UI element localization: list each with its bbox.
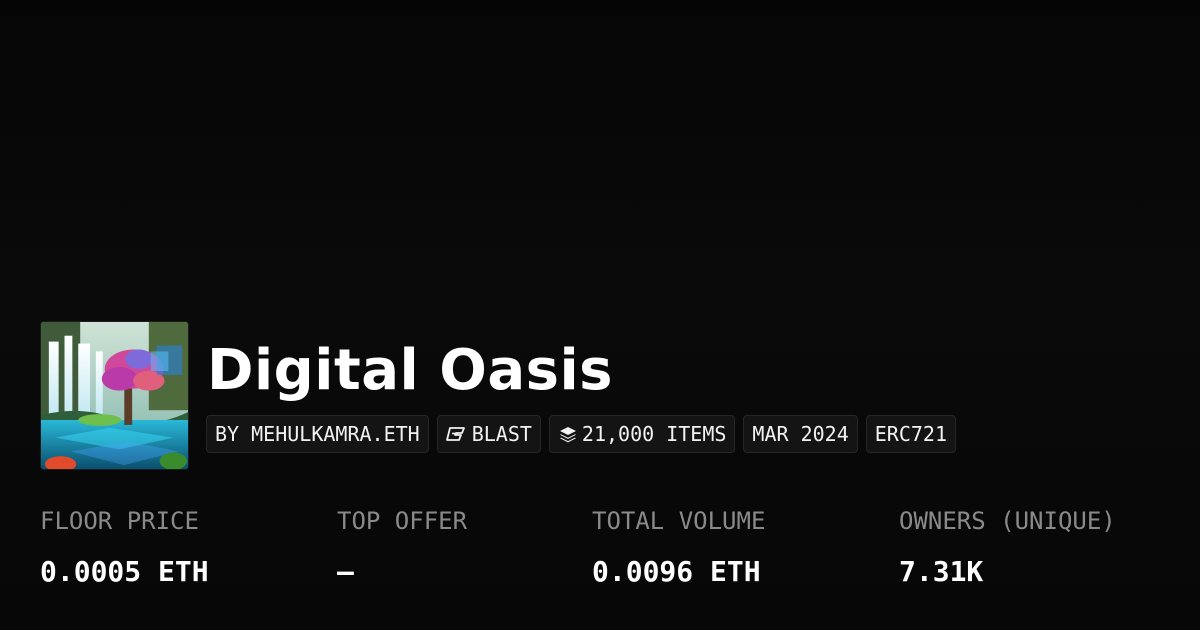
stat-value: 0.0005 ETH — [40, 555, 209, 588]
collection-title: Digital Oasis — [207, 338, 613, 403]
chain-tag-label: BLAST — [471, 422, 532, 446]
stat-value: 7.31K — [899, 555, 984, 588]
stat-label: TOP OFFER — [337, 507, 468, 535]
collection-thumbnail — [40, 321, 189, 470]
creator-tag[interactable]: BY MEHULKAMRA.ETH — [206, 415, 429, 453]
stat-total-volume: TOTAL VOLUME 0.0096 ETH — [592, 503, 765, 590]
blast-logo-icon — [445, 426, 468, 442]
stat-label: TOTAL VOLUME — [592, 507, 766, 535]
stat-label: OWNERS (UNIQUE) — [899, 507, 1116, 535]
created-date-tag: MAR 2024 — [743, 415, 858, 453]
items-count-label: 21,000 ITEMS — [581, 422, 727, 446]
stat-floor-price: FLOOR PRICE 0.0005 ETH — [40, 503, 209, 590]
stat-value: — — [337, 555, 354, 588]
items-count-tag[interactable]: 21,000 ITEMS — [548, 415, 736, 453]
chain-tag[interactable]: BLAST — [436, 415, 541, 453]
token-standard-label: ERC721 — [874, 422, 947, 446]
token-standard-tag: ERC721 — [865, 415, 956, 453]
creator-tag-label: BY MEHULKAMRA.ETH — [215, 422, 420, 446]
stat-owners: OWNERS (UNIQUE) 7.31K — [899, 503, 1116, 590]
stat-label: FLOOR PRICE — [40, 507, 199, 535]
stat-top-offer: TOP OFFER — — [337, 503, 467, 590]
created-date-label: MAR 2024 — [752, 422, 849, 446]
stat-value: 0.0096 ETH — [592, 555, 761, 588]
layers-icon — [558, 425, 578, 443]
collection-tags: BY MEHULKAMRA.ETH BLAST 21,000 ITEMS MAR… — [206, 415, 956, 453]
